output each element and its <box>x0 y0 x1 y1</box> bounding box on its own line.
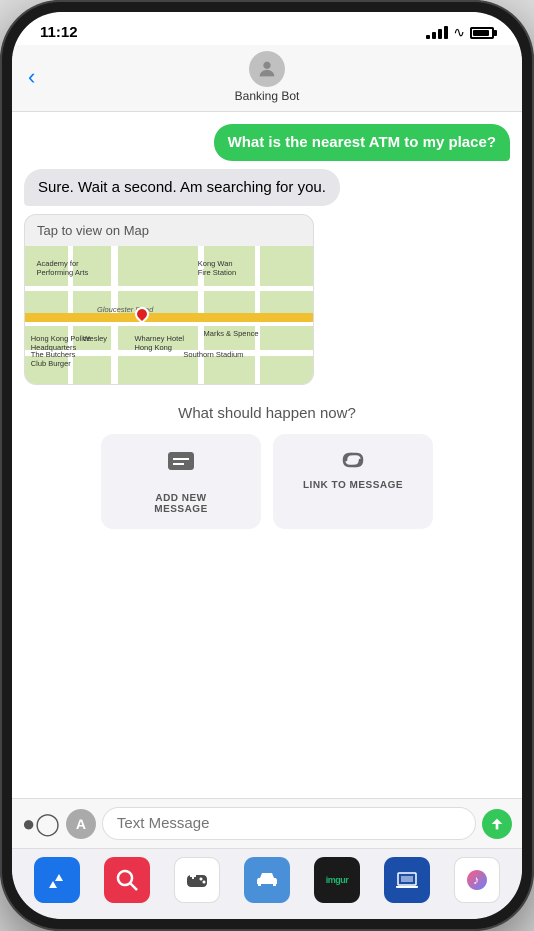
appstore-button[interactable]: A <box>66 809 96 839</box>
appstore-label: A <box>76 816 86 832</box>
nav-center: Banking Bot <box>235 51 300 103</box>
dock-gamepad-icon[interactable] <box>174 857 220 903</box>
wifi-icon: ∿ <box>453 24 465 41</box>
map-text-1: Academy forPerforming Arts <box>37 259 89 277</box>
dock-music-icon[interactable]: ♪ <box>454 857 500 903</box>
send-button[interactable] <box>482 809 512 839</box>
phone-frame: 11:12 ∿ ‹ <box>0 0 534 931</box>
dock-laptop-icon[interactable] <box>384 857 430 903</box>
dock-search-icon[interactable] <box>104 857 150 903</box>
link-to-message-button[interactable]: LINK TO MESSAGE <box>273 434 433 529</box>
map-text-7: Southorn Stadium <box>183 350 243 359</box>
nav-bar: ‹ Banking Bot <box>12 45 522 112</box>
status-time: 11:12 <box>40 24 78 41</box>
signal-icon <box>426 26 448 39</box>
map-text-8: Wesley <box>83 334 107 343</box>
map-card-label: Tap to view on Map <box>25 215 313 246</box>
map-pin <box>134 307 150 329</box>
battery-icon <box>470 27 494 39</box>
map-text-5: Marks & Spence <box>204 329 259 338</box>
map-card[interactable]: Tap to view on Map Academy forPerforming… <box>24 214 314 385</box>
person-icon <box>256 58 278 80</box>
nav-title: Banking Bot <box>235 89 300 103</box>
phone-screen: 11:12 ∿ ‹ <box>12 12 522 919</box>
text-message-input[interactable] <box>102 807 476 840</box>
camera-icon[interactable]: ●◯ <box>22 811 60 837</box>
add-new-message-button[interactable]: ADD NEWMESSAGE <box>101 434 261 529</box>
spacer <box>12 537 522 798</box>
link-message-label: LINK TO MESSAGE <box>303 480 403 491</box>
user-bubble: What is the nearest ATM to my place? <box>214 124 510 161</box>
bot-bubble: Sure. Wait a second. Am searching for yo… <box>24 169 340 206</box>
status-icons: ∿ <box>426 24 494 41</box>
dock-imgur-icon[interactable]: imgur <box>314 857 360 903</box>
bottom-dock: imgur ♪ <box>12 848 522 919</box>
svg-text:♪: ♪ <box>473 873 479 887</box>
map-text-2: Kong WanFire Station <box>198 259 236 277</box>
yellow-road <box>25 313 313 322</box>
map-image[interactable]: Academy forPerforming Arts Kong WanFire … <box>25 246 313 385</box>
action-section: What should happen now? ADD NEWMESSAGE <box>12 393 522 537</box>
action-question: What should happen now? <box>24 405 510 422</box>
map-text-4: Wharney HotelHong Kong <box>134 334 184 352</box>
dock-car-icon[interactable] <box>244 857 290 903</box>
action-buttons: ADD NEWMESSAGE LINK TO MESSAGE <box>24 434 510 529</box>
add-message-label: ADD NEWMESSAGE <box>154 493 208 515</box>
input-bar: ●◯ A <box>12 798 522 848</box>
chat-area: What is the nearest ATM to my place? Sur… <box>12 112 522 393</box>
message-icon <box>166 448 196 485</box>
map-text-6: The ButchersClub Burger <box>31 350 76 368</box>
back-button[interactable]: ‹ <box>28 64 35 90</box>
avatar <box>249 51 285 87</box>
link-icon <box>336 448 370 472</box>
send-icon <box>489 816 505 832</box>
dock-appstore-icon[interactable] <box>34 857 80 903</box>
status-bar: 11:12 ∿ <box>12 12 522 45</box>
imgur-label: imgur <box>326 875 349 885</box>
